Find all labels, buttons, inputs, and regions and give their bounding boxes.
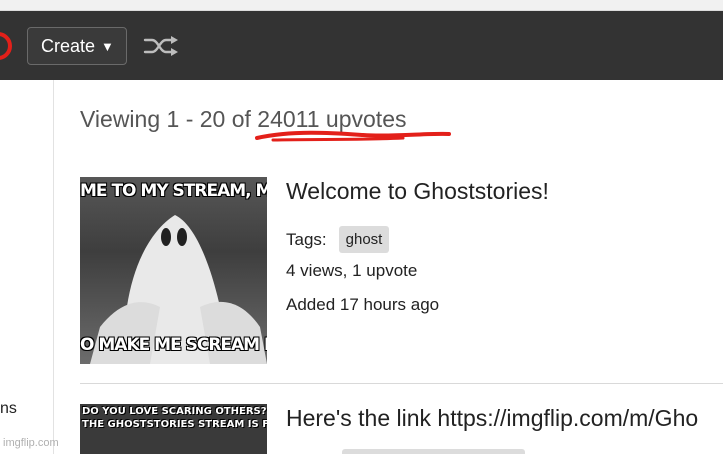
shuffle-icon[interactable] — [143, 35, 179, 57]
tag-pill[interactable] — [342, 449, 525, 454]
post-stats: 4 views, 1 upvote — [286, 261, 418, 280]
meme-caption-line2: THE GHOSTSTORIES STREAM IS FOR — [82, 419, 267, 430]
post-tags: Tags: ghost — [286, 226, 390, 253]
sidebar-divider — [53, 80, 54, 454]
post-divider — [80, 383, 723, 384]
tag-ghost[interactable]: ghost — [338, 226, 390, 253]
tags-label: Tags: — [286, 229, 327, 249]
create-button[interactable]: Create ▼ — [27, 27, 127, 65]
imgflip-logo-icon[interactable] — [0, 32, 12, 60]
post-thumbnail[interactable]: DO YOU LOVE SCARING OTHERS? IF THE GHOST… — [80, 404, 267, 454]
post-thumbnail[interactable]: ME TO MY STREAM, MO O MAKE ME SCREAM IN — [80, 177, 267, 364]
post-title[interactable]: Welcome to Ghoststories! — [286, 178, 549, 205]
top-navbar: Create ▼ — [0, 11, 723, 80]
create-button-label: Create — [41, 35, 96, 56]
chevron-down-icon: ▼ — [101, 38, 114, 54]
meme-caption-line1: DO YOU LOVE SCARING OTHERS? IF — [82, 406, 267, 417]
meme-caption-top: ME TO MY STREAM, MO — [80, 181, 267, 201]
sidebar-item-fragment[interactable]: ns — [0, 400, 17, 418]
red-underline-annotation — [255, 130, 451, 142]
post-title[interactable]: Here's the link https://imgflip.com/m/Gh… — [286, 405, 698, 432]
browser-top-strip — [0, 0, 723, 11]
watermark: imgflip.com — [3, 437, 59, 449]
post-added-time: Added 17 hours ago — [286, 295, 440, 314]
meme-caption-bottom: O MAKE ME SCREAM IN — [80, 335, 267, 355]
